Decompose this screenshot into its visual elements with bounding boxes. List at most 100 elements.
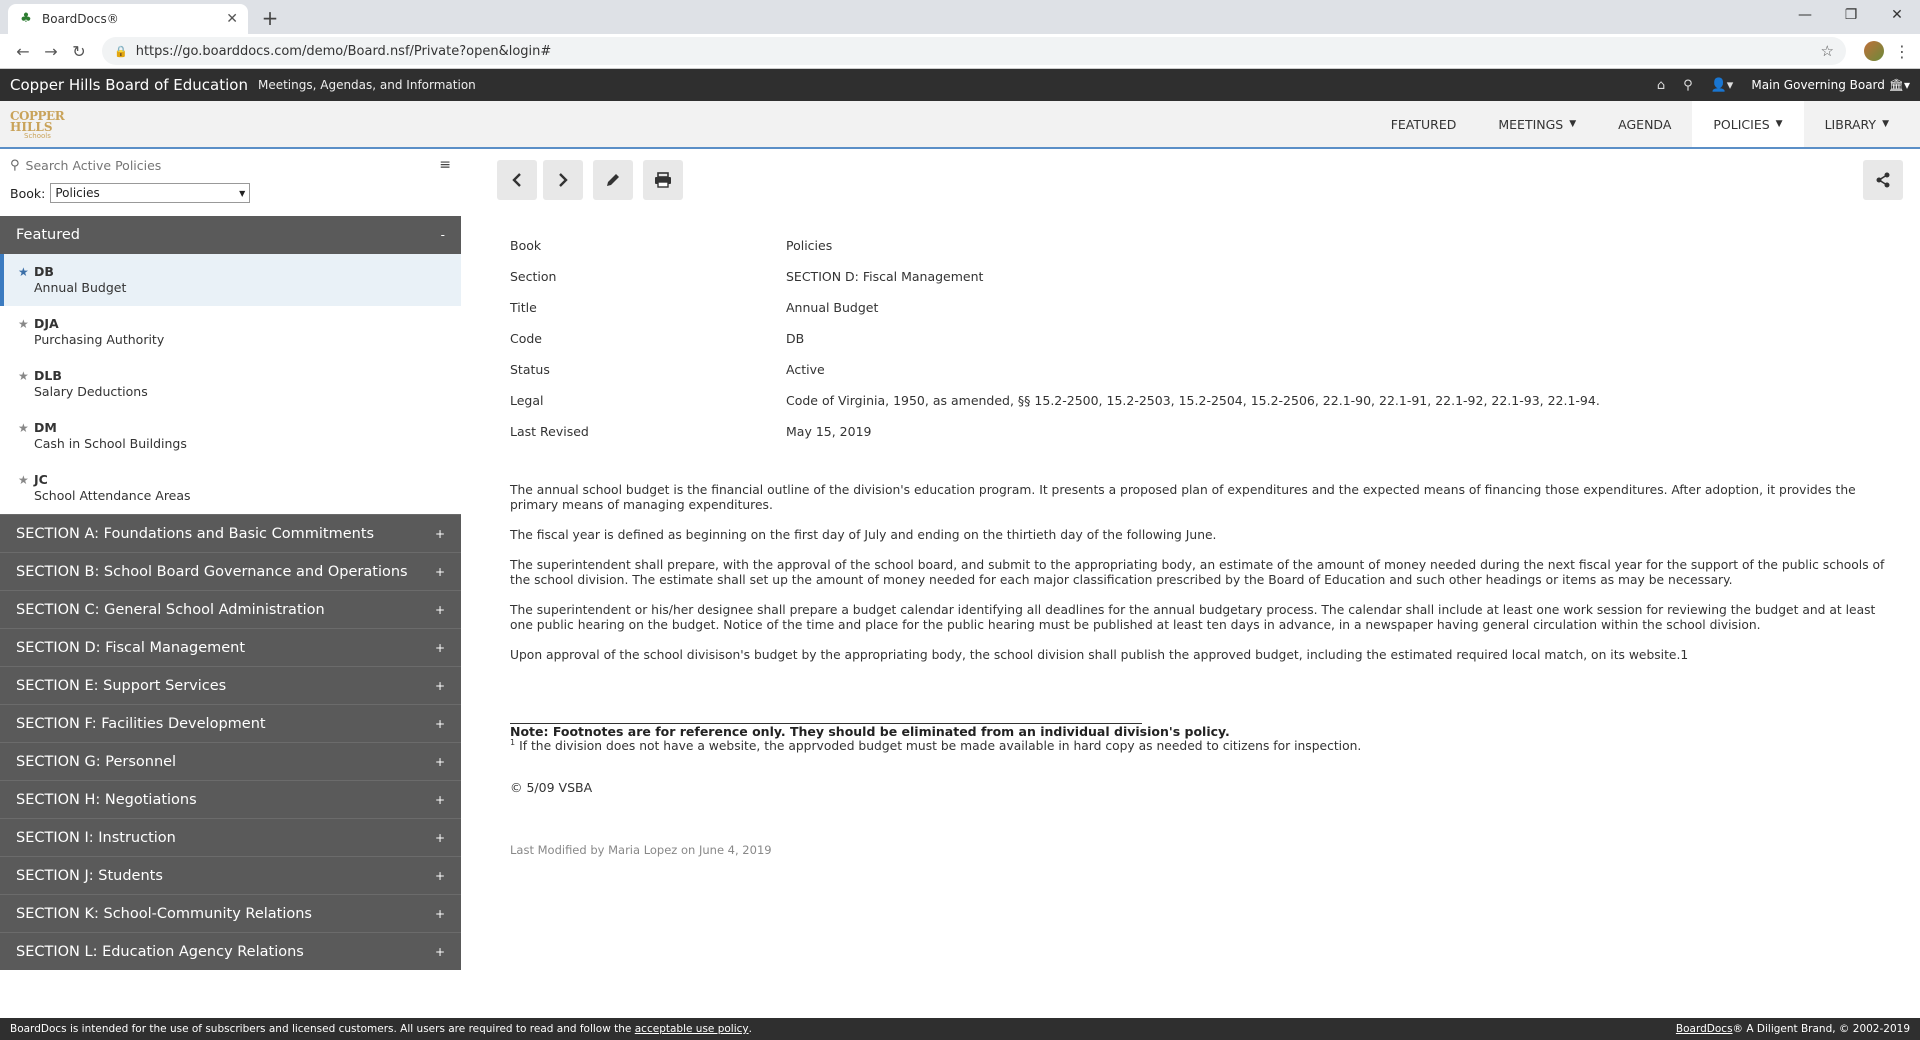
page-footer: BoardDocs is intended for the use of sub… <box>0 1018 1920 1040</box>
reload-icon[interactable]: ↻ <box>66 42 92 61</box>
section-item[interactable]: SECTION B: School Board Governance and O… <box>0 552 461 590</box>
expand-toggle[interactable]: + <box>435 831 445 845</box>
boarddocs-link[interactable]: BoardDocs <box>1676 1023 1733 1035</box>
forward-icon[interactable]: → <box>38 42 64 61</box>
print-button[interactable] <box>643 160 683 200</box>
new-tab-icon[interactable]: + <box>258 6 282 30</box>
close-tab-icon[interactable]: ✕ <box>226 11 238 27</box>
window-close-icon[interactable]: ✕ <box>1874 0 1920 30</box>
printer-icon <box>655 172 671 188</box>
book-select[interactable]: Policies ▼ <box>50 183 251 203</box>
section-item[interactable]: SECTION L: Education Agency Relations + <box>0 932 461 970</box>
nav-library-label: LIBRARY <box>1824 116 1877 132</box>
nav-agenda-label: AGENDA <box>1618 116 1672 132</box>
expand-toggle[interactable]: + <box>435 641 445 655</box>
board-selector[interactable]: Main Governing Board 🏛▾ <box>1751 78 1910 92</box>
copyright: © 5/09 VSBA <box>510 780 593 795</box>
browser-menu-icon[interactable]: ⋮ <box>1894 42 1910 61</box>
expand-toggle[interactable]: + <box>435 527 445 541</box>
section-item[interactable]: SECTION D: Fiscal Management + <box>0 628 461 666</box>
next-button[interactable] <box>543 160 583 200</box>
featured-item[interactable]: ★ JC School Attendance Areas <box>0 462 461 514</box>
expand-toggle[interactable]: + <box>435 603 445 617</box>
featured-item-text: DJA Purchasing Authority <box>34 316 164 358</box>
user-menu-icon[interactable]: 👤▾ <box>1711 78 1734 93</box>
policy-search-input[interactable] <box>25 157 440 173</box>
expand-toggle[interactable]: + <box>435 565 445 579</box>
nav-agenda[interactable]: AGENDA <box>1597 101 1692 147</box>
search-icon[interactable]: ⚲ <box>1683 78 1693 93</box>
featured-item[interactable]: ★ DJA Purchasing Authority <box>0 306 461 358</box>
minimize-icon[interactable]: — <box>1782 0 1828 30</box>
section-label: SECTION K: School-Community Relations <box>16 905 312 922</box>
section-item[interactable]: SECTION I: Instruction + <box>0 818 461 856</box>
expand-toggle[interactable]: + <box>435 755 445 769</box>
policy-paragraph: The annual school budget is the financia… <box>510 483 1856 512</box>
footnote-body: If the division does not have a website,… <box>519 739 1362 754</box>
chevron-down-icon: ▼ <box>1882 119 1889 129</box>
browser-tab-bar: ♣ BoardDocs® ✕ + — ❐ ✕ <box>0 0 1920 34</box>
section-item[interactable]: SECTION H: Negotiations + <box>0 780 461 818</box>
expand-toggle[interactable]: + <box>435 869 445 883</box>
policy-metadata: Book Policies Section SECTION D: Fiscal Man… <box>510 238 1600 455</box>
browser-tab[interactable]: ♣ BoardDocs® ✕ <box>8 4 248 34</box>
org-name[interactable]: Copper Hills Board of Education <box>10 76 248 94</box>
section-item[interactable]: SECTION C: General School Administration… <box>0 590 461 628</box>
district-logo[interactable]: COPPER HILLS Schools <box>10 107 84 141</box>
nav-policies-label: POLICIES <box>1713 116 1770 132</box>
nav-library[interactable]: LIBRARY ▼ <box>1804 101 1910 147</box>
expand-toggle[interactable]: + <box>435 945 445 959</box>
nav-featured-label: FEATURED <box>1390 116 1457 132</box>
star-icon[interactable]: ★ <box>18 473 34 514</box>
share-button[interactable] <box>1863 160 1903 200</box>
featured-label: Featured <box>16 227 80 243</box>
expand-toggle[interactable]: + <box>435 907 445 921</box>
section-item[interactable]: SECTION F: Facilities Development + <box>0 704 461 742</box>
section-item[interactable]: SECTION E: Support Services + <box>0 666 461 704</box>
policy-body: The annual school budget is the financia… <box>510 483 1890 678</box>
collapse-toggle[interactable]: - <box>441 228 445 242</box>
acceptable-use-link[interactable]: acceptable use policy <box>635 1023 749 1035</box>
home-icon[interactable]: ⌂ <box>1657 78 1665 93</box>
bookmark-star-icon[interactable]: ☆ <box>1821 42 1834 60</box>
section-item[interactable]: SECTION J: Students + <box>0 856 461 894</box>
nav-featured[interactable]: FEATURED <box>1370 101 1478 147</box>
section-item[interactable]: SECTION G: Personnel + <box>0 742 461 780</box>
footer-notice: BoardDocs is intended for the use of sub… <box>10 1023 632 1035</box>
section-label: SECTION C: General School Administration <box>16 601 325 618</box>
featured-item[interactable]: ★ DB Annual Budget <box>0 254 461 306</box>
section-item[interactable]: SECTION A: Foundations and Basic Commitm… <box>0 514 461 552</box>
featured-item[interactable]: ★ DLB Salary Deductions <box>0 358 461 410</box>
edit-button[interactable] <box>593 160 633 200</box>
section-label: SECTION B: School Board Governance and O… <box>16 563 408 580</box>
featured-item[interactable]: ★ DM Cash in School Buildings <box>0 410 461 462</box>
expand-toggle[interactable]: + <box>435 679 445 693</box>
lock-icon: 🔒 <box>114 44 128 58</box>
featured-header[interactable]: Featured - <box>0 216 461 254</box>
policy-search: ⚲ ≡ <box>0 151 461 179</box>
nav-meetings[interactable]: MEETINGS ▼ <box>1477 101 1597 147</box>
main-nav: COPPER HILLS Schools FEATURED MEETINGS ▼ … <box>0 101 1920 149</box>
section-item[interactable]: SECTION K: School-Community Relations + <box>0 894 461 932</box>
star-icon[interactable]: ★ <box>18 317 34 358</box>
star-icon[interactable]: ★ <box>18 369 34 410</box>
restore-icon[interactable]: ❐ <box>1828 0 1874 30</box>
chevron-right-icon <box>559 173 568 187</box>
previous-button[interactable] <box>497 160 537 200</box>
meta-value: SECTION D: Fiscal Management <box>786 269 984 284</box>
nav-policies[interactable]: POLICIES ▼ <box>1692 101 1804 147</box>
url-field[interactable]: 🔒 https://go.boarddocs.com/demo/Board.ns… <box>102 37 1846 65</box>
meta-key: Section <box>510 269 557 284</box>
expand-toggle[interactable]: + <box>435 793 445 807</box>
footer-brand: BoardDocs® A Diligent Brand, © 2002-2019 <box>1676 1023 1910 1035</box>
back-icon[interactable]: ← <box>10 42 36 61</box>
star-icon[interactable]: ★ <box>18 421 34 462</box>
meta-key: Code <box>510 331 543 346</box>
policy-code: JC <box>34 472 48 487</box>
footnote-mark: 1 <box>510 738 516 747</box>
policy-code: DLB <box>34 368 62 383</box>
star-icon[interactable]: ★ <box>18 265 34 306</box>
profile-avatar[interactable] <box>1864 41 1884 61</box>
hamburger-menu-icon[interactable]: ≡ <box>439 157 451 173</box>
expand-toggle[interactable]: + <box>435 717 445 731</box>
